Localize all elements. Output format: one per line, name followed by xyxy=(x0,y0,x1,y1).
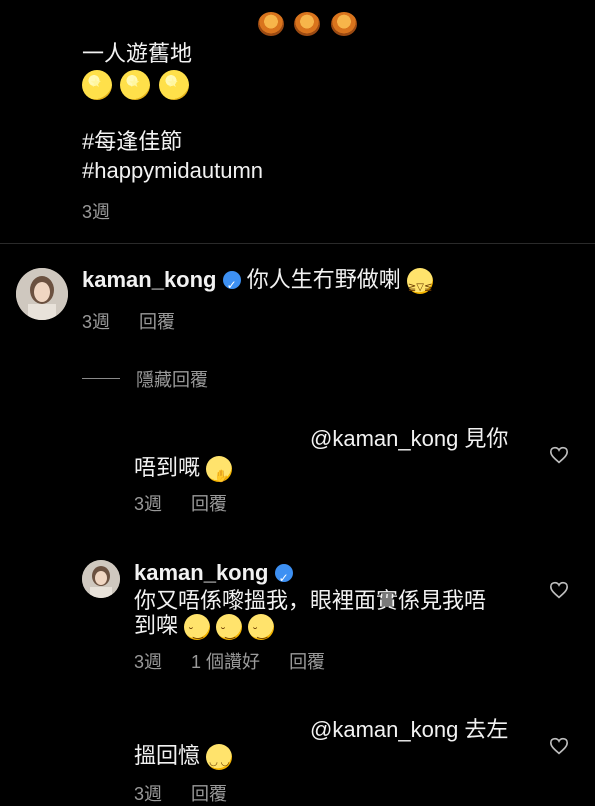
relieved-face-emoji xyxy=(206,744,233,777)
comment-text: 你人生冇野做喇 xyxy=(246,267,401,292)
reply-1-text: 唔到嘅 xyxy=(134,454,233,490)
like-heart-icon[interactable] xyxy=(549,581,569,599)
reply-time: 3週 xyxy=(134,494,163,514)
mooncake-emoji xyxy=(294,12,321,36)
reply-time: 3週 xyxy=(134,652,163,672)
reply-button[interactable]: 回覆 xyxy=(191,494,227,514)
hide-replies-line xyxy=(82,378,120,379)
verified-badge-icon xyxy=(222,271,241,299)
reply-3-mention[interactable]: @kaman_kong 去左 xyxy=(310,716,508,744)
full-moon-emoji xyxy=(82,70,112,100)
mooncake-emoji xyxy=(330,12,357,36)
hashtag-happymidautumn[interactable]: #happymidautumn xyxy=(82,157,263,185)
reply-username[interactable]: kaman_kong xyxy=(134,560,269,585)
post-time: 3週 xyxy=(82,202,111,222)
divider xyxy=(0,243,595,244)
laughing-emoji xyxy=(406,268,433,302)
reply-2-header: kaman_kong xyxy=(134,559,293,592)
reply-2-line-1: 你又唔係嚟搵我，眼裡面實係見我唔 xyxy=(134,588,487,613)
face-with-hand-emoji xyxy=(206,456,233,490)
reply-button[interactable]: 回覆 xyxy=(139,312,175,332)
like-heart-icon[interactable] xyxy=(549,446,569,464)
verified-badge-icon xyxy=(274,564,293,592)
smirking-face-emoji xyxy=(248,614,275,646)
reply-2-meta: 3週 1 個讚好 回覆 xyxy=(134,648,325,674)
caption-line-1: 一人遊舊地 xyxy=(82,41,193,66)
mooncake-emoji-row xyxy=(258,12,363,41)
reply-text: 唔到嘅 xyxy=(134,455,201,480)
reply-3-text: 搵回憶 xyxy=(134,742,233,777)
full-moon-emoji xyxy=(120,70,151,100)
comment-time: 3週 xyxy=(82,312,111,332)
reply-time: 3週 xyxy=(134,784,163,804)
reply-2-line-2: 到㗎 xyxy=(134,612,275,646)
avatar[interactable] xyxy=(16,268,68,320)
moon-emoji-row xyxy=(82,70,193,105)
comment-1-meta: 3週 回覆 xyxy=(82,308,175,334)
reply-1-mention[interactable]: @kaman_kong 見你 xyxy=(310,425,508,453)
mooncake-emoji xyxy=(258,12,284,36)
reply-3-meta: 3週 回覆 xyxy=(134,780,227,806)
likes-count[interactable]: 1 個讚好 xyxy=(191,652,260,672)
reply-1-meta: 3週 回覆 xyxy=(134,490,227,516)
like-heart-icon[interactable] xyxy=(549,737,569,755)
reply-text: 到㗎 xyxy=(134,613,179,638)
comment-1: kaman_kong 你人生冇野做喇 xyxy=(82,266,433,302)
hide-replies-button[interactable]: 隱藏回覆 xyxy=(136,366,208,392)
smirking-face-emoji xyxy=(184,614,211,646)
hashtag-mid-autumn-zh[interactable]: #每逢佳節 xyxy=(82,128,182,156)
reply-button[interactable]: 回覆 xyxy=(191,784,227,804)
avatar[interactable] xyxy=(82,560,120,598)
smirking-face-emoji xyxy=(216,614,243,646)
full-moon-emoji xyxy=(158,70,189,100)
reply-text: 搵回憶 xyxy=(134,743,201,768)
reply-button[interactable]: 回覆 xyxy=(289,652,325,672)
comment-username[interactable]: kaman_kong xyxy=(82,267,217,292)
